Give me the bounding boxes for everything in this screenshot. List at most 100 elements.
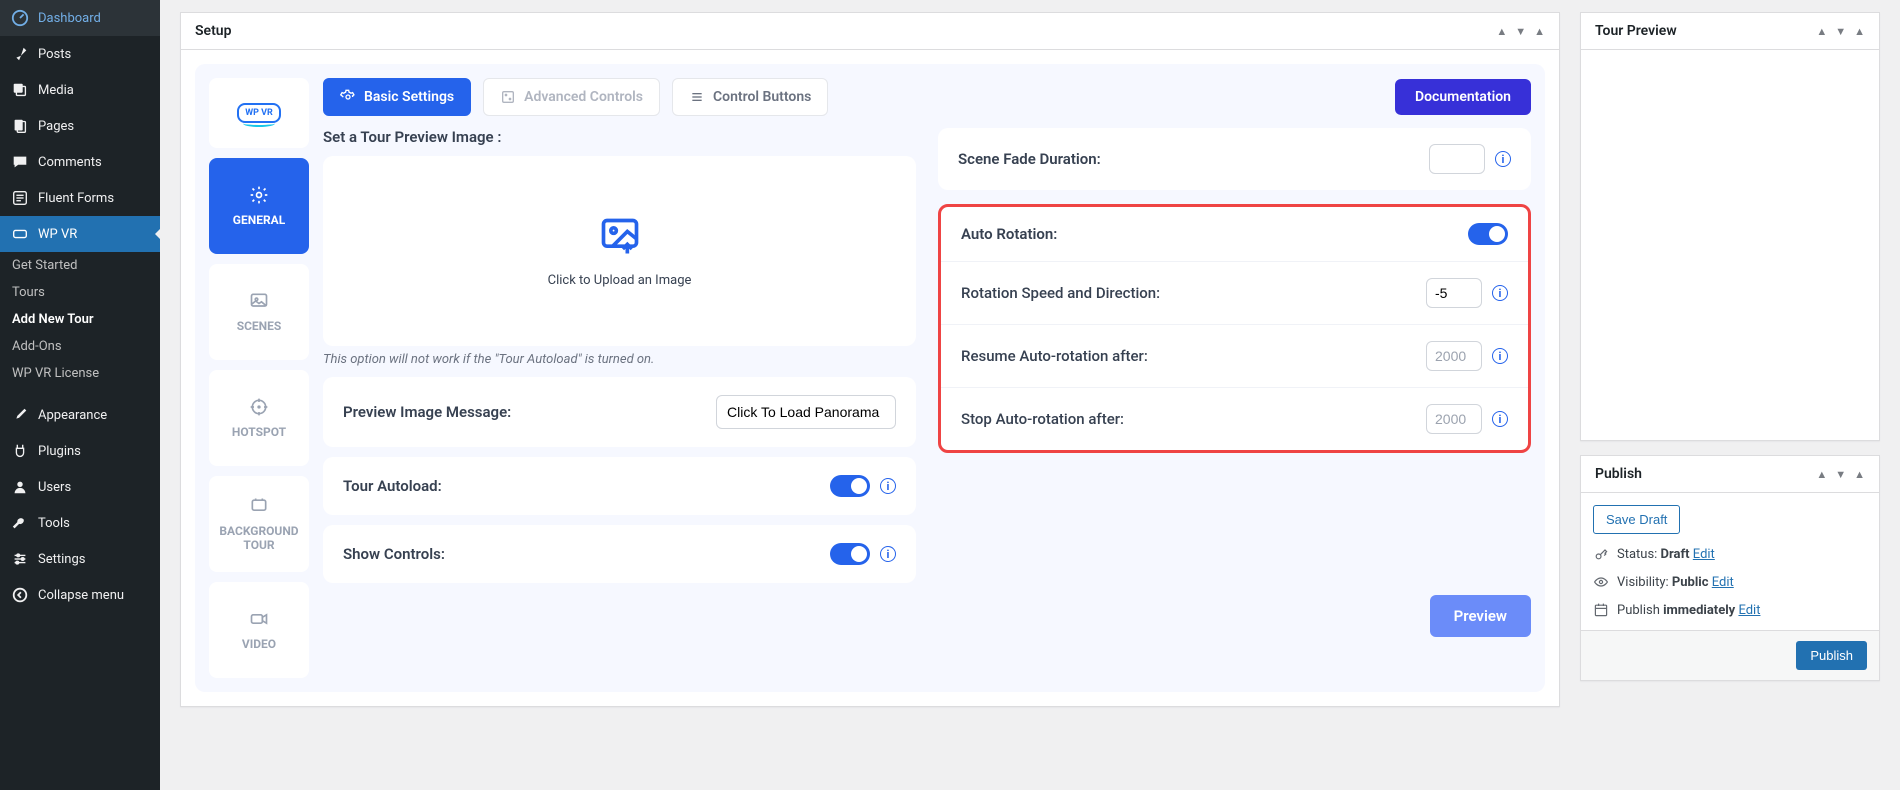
panel-toggle-icon[interactable]: ▲ [1854, 25, 1865, 38]
sidebar-comments[interactable]: Comments [0, 144, 160, 180]
plug-icon [10, 441, 30, 461]
setup-sidetabs: WP VR GENERAL SCENES [209, 78, 309, 678]
tab-advanced-controls[interactable]: Advanced Controls [483, 78, 660, 116]
sidebar-label: Media [38, 83, 74, 98]
save-draft-button[interactable]: Save Draft [1593, 505, 1680, 534]
sidetab-label: VIDEO [242, 637, 276, 651]
panel-up-icon[interactable]: ▲ [1496, 25, 1507, 38]
help-icon[interactable]: i [1492, 285, 1508, 301]
publish-time-edit-link[interactable]: Edit [1738, 603, 1760, 618]
show-controls-label: Show Controls: [343, 545, 445, 563]
panel-toggle-icon[interactable]: ▲ [1854, 468, 1865, 481]
panel-down-icon[interactable]: ▼ [1835, 25, 1846, 38]
scene-fade-input[interactable] [1429, 144, 1485, 174]
preview-image-section-label: Set a Tour Preview Image : [323, 128, 916, 146]
sidebar-label: Dashboard [38, 11, 101, 26]
publish-title: Publish [1595, 466, 1642, 482]
preview-message-input[interactable] [716, 395, 896, 429]
panel-down-icon[interactable]: ▼ [1835, 468, 1846, 481]
help-icon[interactable]: i [1492, 411, 1508, 427]
preview-message-label: Preview Image Message: [343, 403, 511, 421]
sidebar-collapse[interactable]: Collapse menu [0, 577, 160, 613]
calendar-icon [1593, 602, 1609, 618]
status-row: Status: Draft Edit [1593, 546, 1867, 562]
publish-button[interactable]: Publish [1796, 641, 1867, 670]
panel-up-icon[interactable]: ▲ [1816, 468, 1827, 481]
submenu-tours[interactable]: Tours [0, 279, 160, 306]
show-controls-toggle[interactable] [830, 543, 870, 565]
submenu-get-started[interactable]: Get Started [0, 252, 160, 279]
sidebar-label: WP VR [38, 227, 77, 242]
sidetab-hotspot[interactable]: HOTSPOT [209, 370, 309, 466]
sidebar-media[interactable]: Media [0, 72, 160, 108]
scene-fade-row: Scene Fade Duration: i [938, 128, 1531, 190]
sidetab-general[interactable]: GENERAL [209, 158, 309, 254]
auto-rotation-block: Auto Rotation: Rotation Speed and Direct… [938, 204, 1531, 453]
sidebar-appearance[interactable]: Appearance [0, 397, 160, 433]
tour-preview-body [1581, 50, 1879, 440]
media-icon [10, 80, 30, 100]
publish-time-label: Publish [1617, 603, 1663, 618]
sidebar-pages[interactable]: Pages [0, 108, 160, 144]
help-icon[interactable]: i [880, 478, 896, 494]
gear-icon [340, 89, 356, 105]
setup-title: Setup [195, 23, 231, 39]
sidetab-label: SCENES [237, 319, 282, 333]
submenu-addons[interactable]: Add-Ons [0, 333, 160, 360]
submenu-add-new-tour[interactable]: Add New Tour [0, 306, 160, 333]
auto-rotation-label: Auto Rotation: [961, 225, 1057, 243]
comments-icon [10, 152, 30, 172]
sidebar-tools[interactable]: Tools [0, 505, 160, 541]
help-icon[interactable]: i [1495, 151, 1511, 167]
sliders-icon [689, 89, 705, 105]
sidebar-users[interactable]: Users [0, 469, 160, 505]
preview-button[interactable]: Preview [1430, 595, 1531, 637]
tab-label: Basic Settings [364, 89, 454, 105]
eye-icon [1593, 574, 1609, 590]
status-edit-link[interactable]: Edit [1693, 547, 1715, 562]
tab-control-buttons[interactable]: Control Buttons [672, 78, 828, 116]
tour-autoload-toggle[interactable] [830, 475, 870, 497]
submenu-license[interactable]: WP VR License [0, 360, 160, 387]
publish-time-row: Publish immediately Edit [1593, 602, 1867, 618]
image-icon [249, 291, 269, 311]
sidetab-scenes[interactable]: SCENES [209, 264, 309, 360]
tour-autoload-row: Tour Autoload: i [323, 457, 916, 515]
upload-preview-image[interactable]: Click to Upload an Image [323, 156, 916, 346]
panel-down-icon[interactable]: ▼ [1515, 25, 1526, 38]
upload-hint: This option will not work if the "Tour A… [323, 352, 916, 367]
tour-preview-title: Tour Preview [1595, 23, 1677, 39]
sidetab-video[interactable]: VIDEO [209, 582, 309, 678]
publish-time-value: immediately [1663, 603, 1735, 618]
visibility-edit-link[interactable]: Edit [1712, 575, 1734, 590]
sidebar-dashboard[interactable]: Dashboard [0, 0, 160, 36]
sidebar-label: Comments [38, 155, 102, 170]
sidebar-wpvr[interactable]: WP VR [0, 216, 160, 252]
sidebar-plugins[interactable]: Plugins [0, 433, 160, 469]
tab-basic-settings[interactable]: Basic Settings [323, 78, 471, 116]
layers-icon [249, 496, 269, 516]
collapse-icon [10, 585, 30, 605]
setup-panel-header: Setup ▲ ▼ ▲ [181, 13, 1559, 50]
rotation-speed-input[interactable] [1426, 278, 1482, 308]
sidebar-label: Plugins [38, 444, 81, 459]
documentation-button[interactable]: Documentation [1395, 79, 1531, 115]
visibility-value: Public [1672, 575, 1709, 590]
help-icon[interactable]: i [1492, 348, 1508, 364]
panel-tools: ▲ ▼ ▲ [1496, 25, 1545, 38]
sidebar-posts[interactable]: Posts [0, 36, 160, 72]
resume-after-input[interactable] [1426, 341, 1482, 371]
stop-after-input[interactable] [1426, 404, 1482, 434]
tab-label: Advanced Controls [524, 89, 643, 105]
sidebar-label: Users [38, 480, 71, 495]
panel-up-icon[interactable]: ▲ [1816, 25, 1827, 38]
sliders-icon [10, 549, 30, 569]
sidetab-background-tour[interactable]: BACKGROUND TOUR [209, 476, 309, 572]
sidebar-settings[interactable]: Settings [0, 541, 160, 577]
sidebar-label: Appearance [38, 408, 107, 423]
sidebar-fluent-forms[interactable]: Fluent Forms [0, 180, 160, 216]
panel-toggle-icon[interactable]: ▲ [1534, 25, 1545, 38]
auto-rotation-toggle[interactable] [1468, 223, 1508, 245]
preview-message-row: Preview Image Message: [323, 377, 916, 447]
help-icon[interactable]: i [880, 546, 896, 562]
